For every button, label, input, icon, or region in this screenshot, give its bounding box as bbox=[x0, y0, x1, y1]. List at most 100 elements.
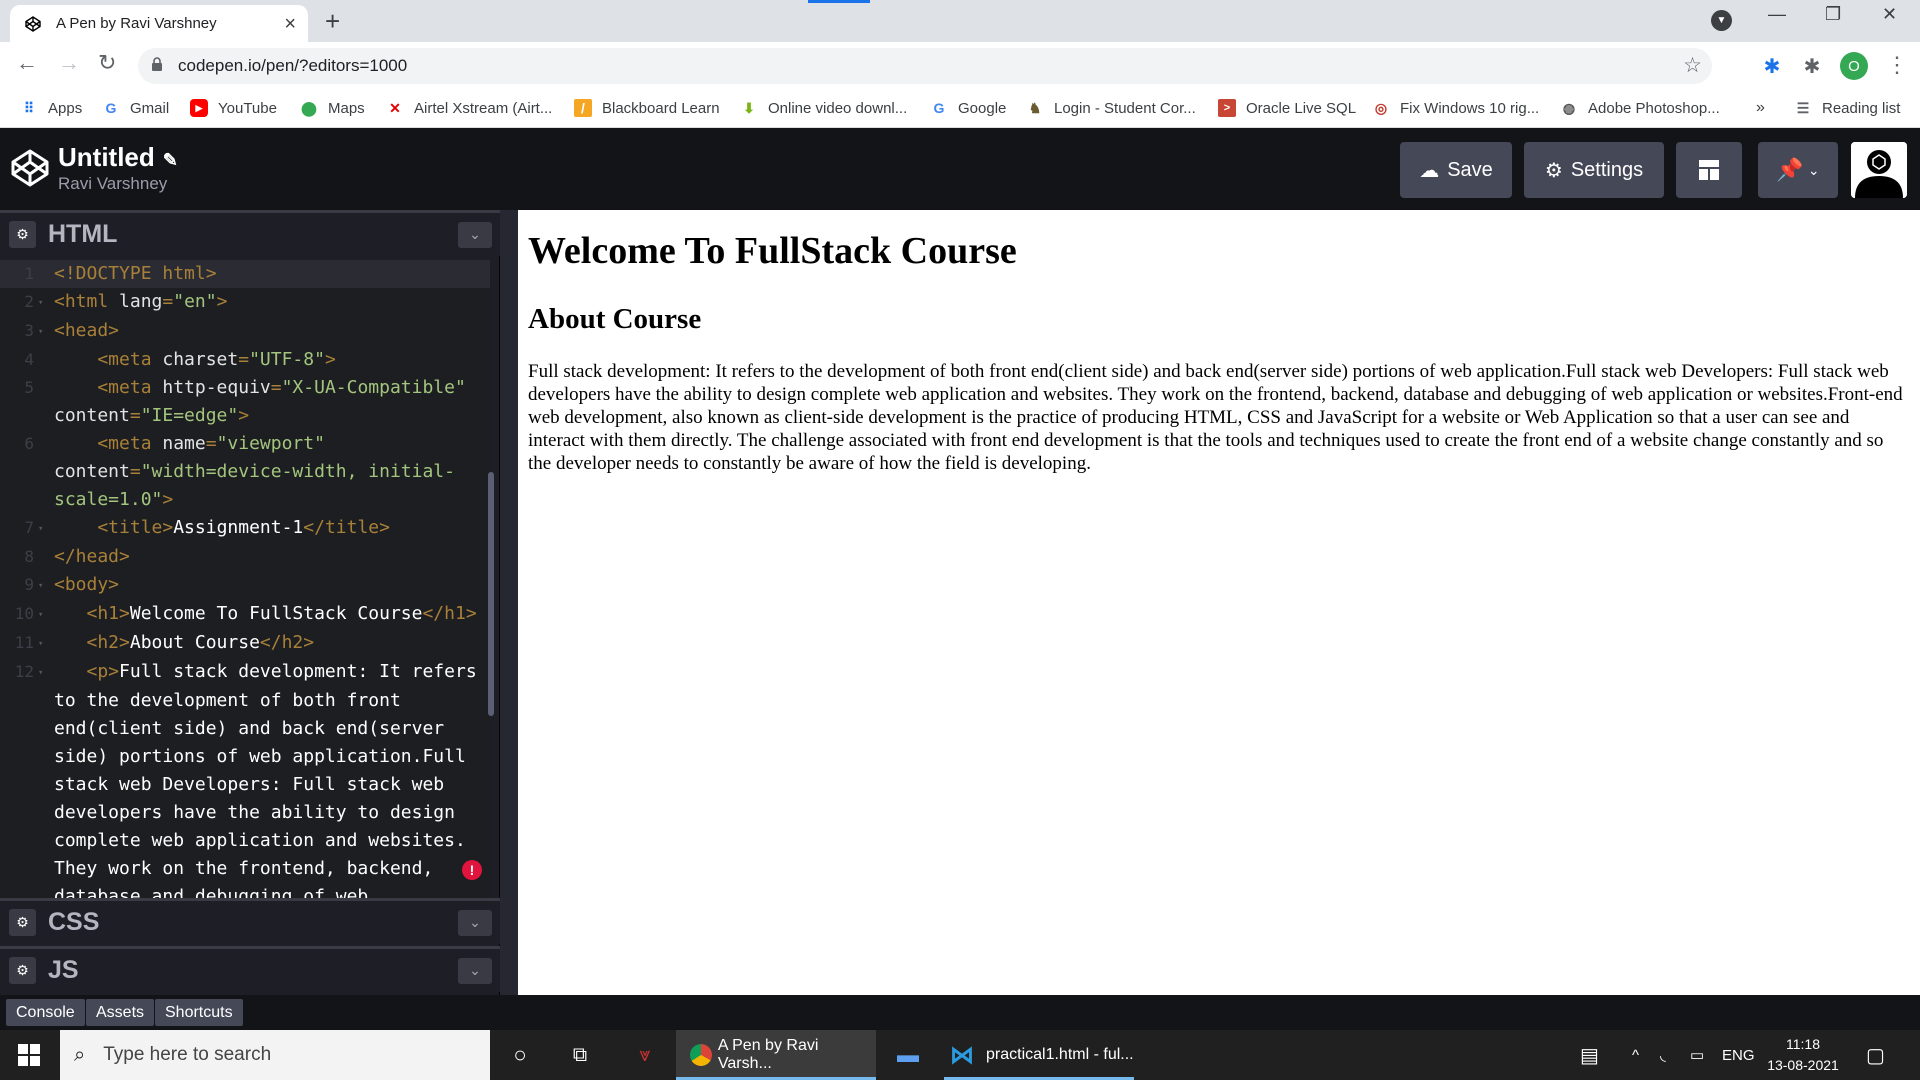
edit-pencil-icon[interactable]: ✎ bbox=[163, 150, 178, 170]
code-line[interactable]: content="IE=edge"> bbox=[0, 402, 490, 430]
bookmark-blackboard[interactable]: / Blackboard Learn bbox=[574, 90, 720, 126]
html-editor-header[interactable]: ⚙ HTML ⌄ bbox=[0, 210, 500, 256]
fold-arrow-icon[interactable] bbox=[38, 346, 54, 374]
chrome-menu-icon[interactable]: ⋮ bbox=[1886, 52, 1908, 78]
css-editor-header[interactable]: ⚙ CSS ⌄ bbox=[0, 898, 500, 944]
code-line[interactable]: 2 ▾ <html lang="en"> bbox=[0, 288, 490, 317]
fold-arrow-icon[interactable] bbox=[38, 743, 54, 771]
news-widget-icon[interactable]: ▤ bbox=[1580, 1030, 1599, 1080]
bookmark-adobe-photoshop[interactable]: ◍ Adobe Photoshop... bbox=[1560, 90, 1720, 126]
code-line[interactable]: 4 <meta charset="UTF-8"> bbox=[0, 346, 490, 374]
fold-arrow-icon[interactable]: ▾ bbox=[38, 629, 54, 658]
extension-puzzle-blue-icon[interactable]: ✱ bbox=[1760, 54, 1784, 78]
predator-app-icon[interactable]: ⩔ bbox=[620, 1030, 670, 1080]
fold-arrow-icon[interactable] bbox=[38, 402, 54, 430]
gear-icon[interactable]: ⚙ bbox=[9, 957, 36, 984]
bookmark-youtube[interactable]: ▶ YouTube bbox=[190, 90, 277, 126]
taskbar-clock[interactable]: 11:18 13-08-2021 bbox=[1760, 1034, 1846, 1076]
code-line[interactable]: database and debugging of web bbox=[0, 883, 490, 898]
code-line[interactable]: complete web application and websites. bbox=[0, 827, 490, 855]
more-bookmarks-icon[interactable]: » bbox=[1756, 90, 1765, 126]
settings-button[interactable]: ⚙ Settings bbox=[1524, 142, 1664, 198]
battery-icon[interactable]: ▭ bbox=[1690, 1030, 1704, 1080]
chevron-down-icon[interactable]: ⌄ bbox=[458, 221, 492, 248]
code-line[interactable]: 9 ▾ <body> bbox=[0, 571, 490, 600]
fold-arrow-icon[interactable] bbox=[38, 855, 54, 883]
assets-button[interactable]: Assets bbox=[86, 999, 155, 1026]
cortana-icon[interactable]: ○ bbox=[500, 1030, 540, 1080]
fold-arrow-icon[interactable] bbox=[38, 458, 54, 486]
extensions-icon[interactable]: ✱ bbox=[1800, 54, 1824, 78]
restore-icon[interactable]: ❐ bbox=[1825, 4, 1841, 25]
task-view-icon[interactable]: ⧉ bbox=[560, 1030, 600, 1080]
bookmark-gmail[interactable]: G Gmail bbox=[102, 90, 170, 126]
js-editor-header[interactable]: ⚙ JS ⌄ bbox=[0, 946, 500, 992]
bookmark-oracle-live-sql[interactable]: > Oracle Live SQL bbox=[1218, 90, 1356, 126]
forward-icon[interactable]: → bbox=[58, 50, 80, 76]
pin-menu-button[interactable]: 📌 ⌄ bbox=[1758, 142, 1838, 198]
save-button[interactable]: ☁ Save bbox=[1400, 142, 1512, 198]
code-line[interactable]: content="width=device-width, initial- bbox=[0, 458, 490, 486]
code-line[interactable]: 3 ▾ <head> bbox=[0, 317, 490, 346]
pen-author[interactable]: Ravi Varshney bbox=[58, 174, 167, 194]
fold-arrow-icon[interactable] bbox=[38, 771, 54, 799]
language-indicator[interactable]: ENG bbox=[1722, 1030, 1755, 1080]
console-button[interactable]: Console bbox=[6, 999, 85, 1026]
fold-arrow-icon[interactable]: ▾ bbox=[38, 317, 54, 346]
fold-arrow-icon[interactable] bbox=[38, 799, 54, 827]
bookmark-online-video[interactable]: ⬇ Online video downl... bbox=[740, 90, 907, 126]
tab-close-icon[interactable]: × bbox=[284, 14, 296, 34]
user-avatar[interactable] bbox=[1851, 142, 1907, 198]
bookmark-fix-windows[interactable]: ◎ Fix Windows 10 rig... bbox=[1372, 90, 1539, 126]
new-tab-icon[interactable]: + bbox=[325, 7, 340, 35]
fold-arrow-icon[interactable] bbox=[38, 687, 54, 715]
codepen-logo-icon[interactable] bbox=[10, 148, 50, 188]
reload-icon[interactable]: ↻ bbox=[98, 50, 116, 76]
change-view-button[interactable] bbox=[1676, 142, 1742, 198]
shortcuts-button[interactable]: Shortcuts bbox=[155, 999, 243, 1026]
taskbar-vscode-app[interactable]: ⋈ practical1.html - ful... bbox=[944, 1030, 1134, 1080]
taskbar-search-input[interactable]: ⌕ Type here to search bbox=[60, 1030, 490, 1080]
fold-arrow-icon[interactable]: ▾ bbox=[38, 658, 54, 687]
pane-resizer[interactable] bbox=[500, 210, 518, 995]
close-window-icon[interactable]: ✕ bbox=[1882, 4, 1897, 25]
bookmark-airtel[interactable]: ✕ Airtel Xstream (Airt... bbox=[386, 90, 552, 126]
chevron-down-icon[interactable]: ⌄ bbox=[458, 957, 492, 984]
code-line[interactable]: side) portions of web application.Full bbox=[0, 743, 490, 771]
fold-arrow-icon[interactable] bbox=[38, 827, 54, 855]
chevron-up-icon[interactable]: ^ bbox=[1632, 1030, 1639, 1080]
code-line[interactable]: 12 ▾ <p>Full stack development: It refers bbox=[0, 658, 490, 687]
reading-list-button[interactable]: ☰ Reading list bbox=[1794, 90, 1901, 126]
browser-tab[interactable]: A Pen by Ravi Varshney × bbox=[10, 5, 308, 42]
bookmark-google[interactable]: G Google bbox=[930, 90, 1007, 126]
minimize-icon[interactable]: — bbox=[1768, 4, 1786, 25]
taskbar-chrome-app[interactable]: A Pen by Ravi Varsh... bbox=[676, 1030, 876, 1080]
error-alert-icon[interactable]: ! bbox=[462, 860, 482, 880]
fold-arrow-icon[interactable] bbox=[38, 374, 54, 402]
fold-arrow-icon[interactable]: ▾ bbox=[38, 571, 54, 600]
gear-icon[interactable]: ⚙ bbox=[9, 221, 36, 248]
gear-icon[interactable]: ⚙ bbox=[9, 909, 36, 936]
fold-arrow-icon[interactable] bbox=[38, 260, 54, 288]
profile-avatar[interactable]: O bbox=[1840, 52, 1868, 80]
chevron-down-icon[interactable]: ⌄ bbox=[458, 909, 492, 936]
code-line[interactable]: 8 </head> bbox=[0, 543, 490, 571]
wifi-icon[interactable]: ◟ bbox=[1660, 1030, 1666, 1080]
windows-start-icon[interactable] bbox=[0, 1030, 58, 1080]
code-line[interactable]: 6 <meta name="viewport" bbox=[0, 430, 490, 458]
bookmark-student-corner[interactable]: ♞ Login - Student Cor... bbox=[1026, 90, 1196, 126]
fold-arrow-icon[interactable]: ▾ bbox=[38, 288, 54, 317]
bookmark-maps[interactable]: ⬤ Maps bbox=[300, 90, 365, 126]
fold-arrow-icon[interactable] bbox=[38, 430, 54, 458]
code-line[interactable]: scale=1.0"> bbox=[0, 486, 490, 514]
code-line[interactable]: 10 ▾ <h1>Welcome To FullStack Course</h1> bbox=[0, 600, 490, 629]
code-line[interactable]: 11 ▾ <h2>About Course</h2> bbox=[0, 629, 490, 658]
fold-arrow-icon[interactable] bbox=[38, 883, 54, 898]
back-icon[interactable]: ← bbox=[16, 50, 38, 76]
tab-search-icon[interactable]: ▼ bbox=[1711, 10, 1732, 31]
fold-arrow-icon[interactable]: ▾ bbox=[38, 514, 54, 543]
fold-arrow-icon[interactable] bbox=[38, 486, 54, 514]
html-code-editor[interactable]: 1 <!DOCTYPE html> 2 ▾ <html lang="en"> 3 ▾ <hea… bbox=[0, 260, 490, 898]
fold-arrow-icon[interactable] bbox=[38, 715, 54, 743]
fold-arrow-icon[interactable] bbox=[38, 543, 54, 571]
